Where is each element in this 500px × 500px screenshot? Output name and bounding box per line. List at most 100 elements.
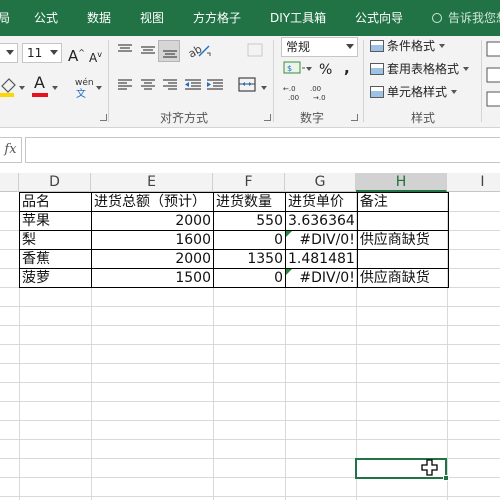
lightbulb-icon bbox=[432, 13, 442, 23]
increase-indent-icon[interactable] bbox=[206, 78, 224, 92]
decrease-indent-icon[interactable] bbox=[184, 78, 202, 92]
cell-quantity[interactable]: 550 bbox=[213, 211, 286, 231]
top-align-icon[interactable] bbox=[117, 44, 133, 56]
column-header-h[interactable]: H bbox=[356, 173, 447, 192]
cell-quantity[interactable]: 0 bbox=[213, 268, 286, 288]
cell-total[interactable]: 2000 bbox=[91, 211, 214, 231]
comma-icon: , bbox=[344, 59, 350, 77]
shrink-font-button[interactable]: Av bbox=[89, 45, 102, 65]
align-center-icon[interactable] bbox=[140, 78, 156, 92]
increase-decimal-icon[interactable]: ←.0.00 bbox=[283, 84, 305, 102]
conditional-formatting-icon bbox=[370, 40, 384, 52]
font-name-combo[interactable] bbox=[0, 43, 18, 63]
column-header-d[interactable]: D bbox=[19, 173, 91, 192]
tab-formula-wizard[interactable]: 公式向导 bbox=[355, 0, 403, 36]
cell-unit-price-error[interactable]: #DIV/0! bbox=[285, 230, 358, 250]
cell-unit-price-error[interactable]: #DIV/0! bbox=[285, 268, 358, 288]
cell-remarks[interactable] bbox=[356, 249, 449, 269]
cell-product[interactable]: 苹果 bbox=[19, 211, 92, 231]
number-group-label: 数字 bbox=[300, 111, 325, 125]
cell-remarks[interactable]: 供应商缺货 bbox=[356, 268, 449, 288]
header-cell-unit-price[interactable]: 进货单价 bbox=[285, 192, 358, 212]
fill-handle[interactable] bbox=[443, 475, 449, 481]
number-dialog-launcher-icon[interactable] bbox=[351, 114, 358, 121]
chevron-down-icon[interactable] bbox=[306, 67, 312, 71]
tell-me-box[interactable]: 告诉我您想 bbox=[432, 0, 500, 36]
tab-view[interactable]: 视图 bbox=[140, 0, 164, 36]
column-header-f[interactable]: F bbox=[213, 173, 285, 192]
middle-align-icon[interactable] bbox=[140, 44, 156, 56]
svg-text:←.0: ←.0 bbox=[283, 85, 296, 93]
bottom-align-button[interactable] bbox=[158, 40, 180, 62]
tab-diy-toolbox[interactable]: DIY工具箱 bbox=[270, 0, 326, 36]
cell-total[interactable]: 1500 bbox=[91, 268, 214, 288]
table-row: 苹果 2000 550 3.636364 bbox=[19, 211, 449, 231]
fill-color-icon[interactable] bbox=[0, 76, 20, 98]
accounting-format-icon[interactable]: $ bbox=[283, 60, 307, 78]
cell-quantity[interactable]: 1350 bbox=[213, 249, 286, 269]
grow-font-button[interactable]: A^ bbox=[68, 43, 85, 65]
formula-input[interactable] bbox=[25, 137, 500, 163]
font-dialog-launcher-icon[interactable] bbox=[100, 114, 107, 121]
number-format-value: 常规 bbox=[286, 40, 311, 54]
font-size-combo[interactable]: 11 bbox=[22, 43, 62, 63]
gridline bbox=[0, 496, 500, 497]
formula-bar: fx bbox=[0, 129, 500, 173]
chevron-down-icon[interactable] bbox=[96, 86, 102, 90]
cell-unit-price[interactable]: 1.481481 bbox=[285, 249, 358, 269]
alignment-dialog-launcher-icon[interactable] bbox=[264, 114, 271, 121]
merge-center-icon[interactable] bbox=[238, 76, 258, 94]
wrap-text-icon[interactable] bbox=[244, 42, 264, 58]
header-cell-total[interactable]: 进货总额（预计） bbox=[91, 192, 214, 212]
font-color-button[interactable]: A bbox=[34, 73, 45, 93]
tell-me-text: 告诉我您想 bbox=[448, 11, 500, 25]
cell-remarks[interactable] bbox=[356, 211, 449, 231]
header-cell-quantity[interactable]: 进货数量 bbox=[213, 192, 286, 212]
conditional-formatting-button[interactable]: 条件格式 bbox=[370, 36, 446, 56]
tab-fangfang-grid[interactable]: 方方格子 bbox=[193, 0, 241, 36]
orientation-icon[interactable]: ab bbox=[187, 41, 213, 59]
worksheet-grid[interactable]: D E F G H I 品名 进货总额（预计） 进货数量 进货单价 备注 苹果 … bbox=[0, 173, 500, 500]
insert-function-button[interactable]: fx bbox=[0, 137, 22, 163]
chevron-down-icon bbox=[346, 44, 354, 49]
cells-group-partial-icon[interactable] bbox=[486, 40, 500, 120]
tab-formulas[interactable]: 公式 bbox=[34, 0, 58, 36]
align-left-icon[interactable] bbox=[117, 78, 133, 92]
cell-product[interactable]: 菠萝 bbox=[19, 268, 92, 288]
comma-style-button[interactable]: , bbox=[344, 58, 350, 78]
alignment-group-label: 对齐方式 bbox=[160, 111, 209, 125]
column-header-e[interactable]: E bbox=[91, 173, 213, 192]
number-format-combo[interactable]: 常规 bbox=[281, 37, 358, 57]
gridline bbox=[0, 306, 500, 307]
header-cell-product[interactable]: 品名 bbox=[19, 192, 92, 212]
chevron-down-icon[interactable] bbox=[52, 86, 58, 90]
cell-remarks[interactable]: 供应商缺货 bbox=[356, 230, 449, 250]
cell-total[interactable]: 1600 bbox=[91, 230, 214, 250]
tab-data[interactable]: 数据 bbox=[87, 0, 111, 36]
cell-total[interactable]: 2000 bbox=[91, 249, 214, 269]
chevron-down-icon[interactable] bbox=[19, 86, 25, 90]
group-separator bbox=[108, 40, 109, 122]
tab-partial[interactable]: 局 bbox=[0, 0, 10, 36]
cell-styles-button[interactable]: 单元格样式 bbox=[370, 82, 458, 102]
header-cell-remarks[interactable]: 备注 bbox=[356, 192, 449, 212]
shrink-font-icon: A bbox=[89, 51, 98, 65]
align-right-icon[interactable] bbox=[162, 78, 178, 92]
format-as-table-label: 套用表格格式 bbox=[387, 62, 460, 76]
chevron-down-icon[interactable] bbox=[261, 86, 267, 90]
percent-style-button[interactable]: % bbox=[319, 60, 332, 80]
cell-product[interactable]: 梨 bbox=[19, 230, 92, 250]
format-as-table-icon bbox=[370, 63, 384, 75]
cell-product[interactable]: 香蕉 bbox=[19, 249, 92, 269]
format-as-table-button[interactable]: 套用表格格式 bbox=[370, 59, 470, 79]
row-header-corner[interactable] bbox=[0, 173, 19, 192]
chevron-down-icon bbox=[50, 50, 58, 55]
data-table: 品名 进货总额（预计） 进货数量 进货单价 备注 苹果 2000 550 3.6… bbox=[19, 192, 449, 288]
svg-text:文: 文 bbox=[76, 88, 86, 98]
column-header-g[interactable]: G bbox=[285, 173, 356, 192]
column-header-i[interactable]: I bbox=[447, 173, 500, 192]
cell-quantity[interactable]: 0 bbox=[213, 230, 286, 250]
decrease-decimal-icon[interactable]: .00→.0 bbox=[310, 84, 332, 102]
cell-unit-price[interactable]: 3.636364 bbox=[285, 211, 358, 231]
cell-select-cursor-icon bbox=[421, 459, 438, 476]
